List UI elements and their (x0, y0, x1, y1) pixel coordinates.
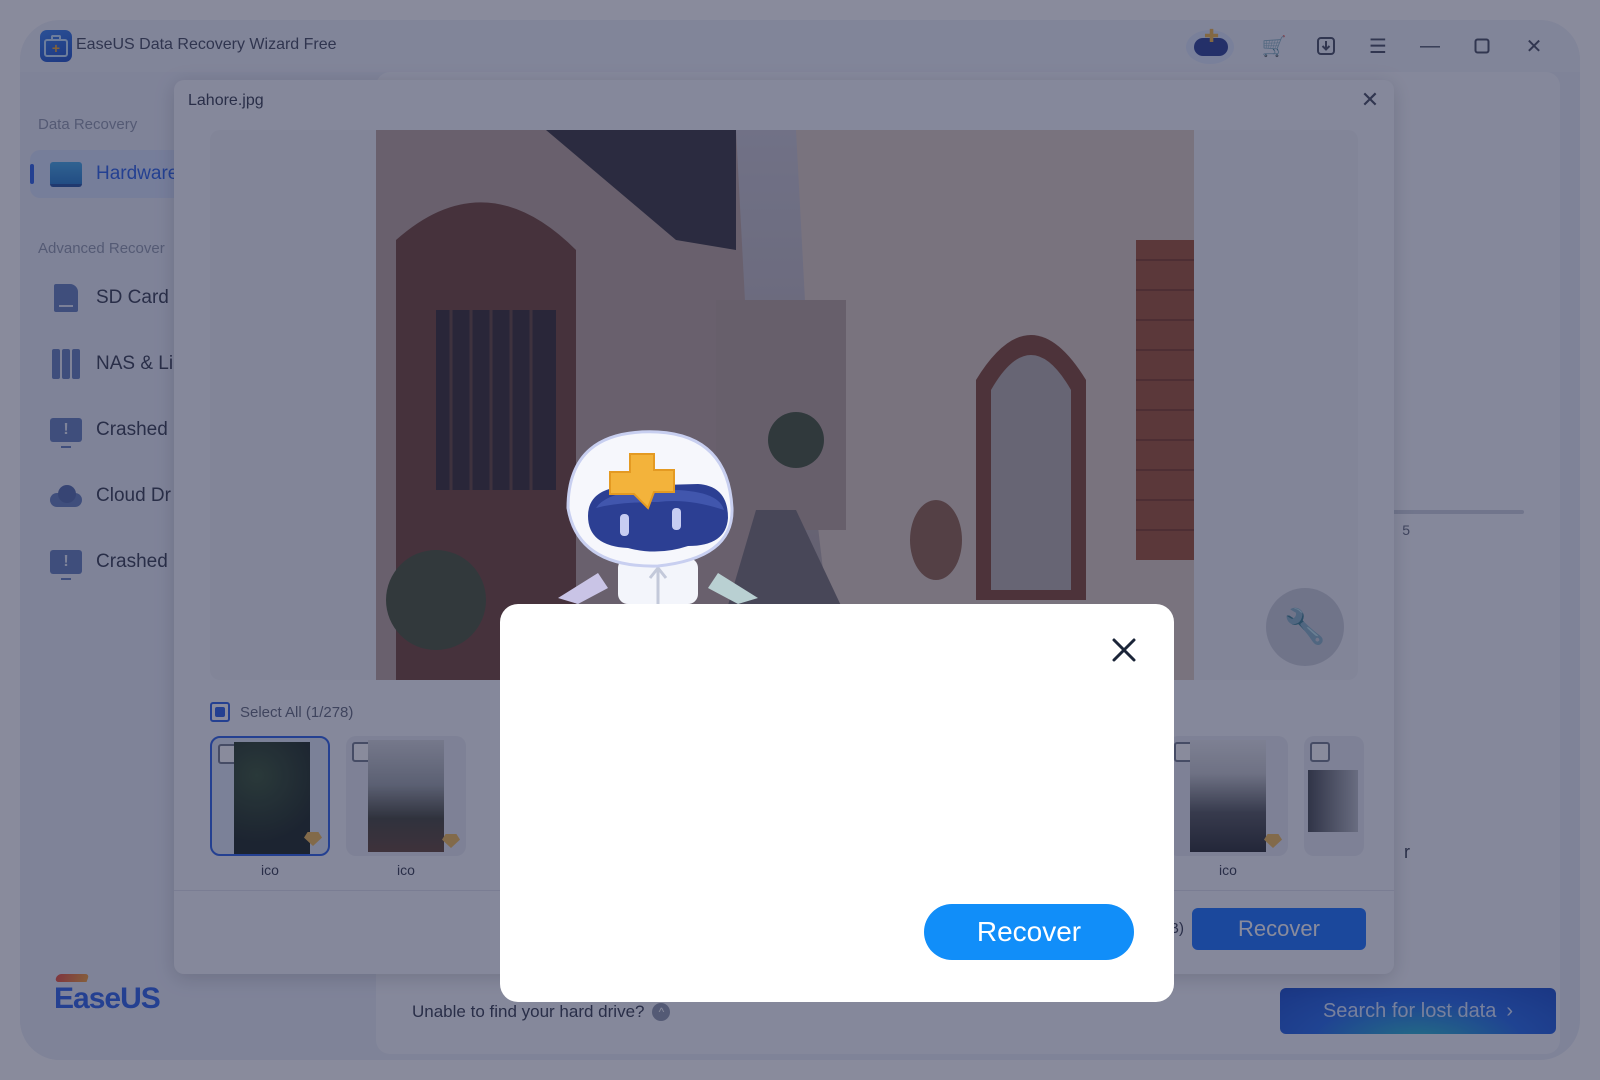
recover-dialog: Recover (500, 604, 1174, 1002)
dialog-recover-button[interactable]: Recover (924, 904, 1134, 960)
dialog-close-icon[interactable] (1110, 636, 1138, 664)
mascot-illustration (548, 428, 768, 604)
